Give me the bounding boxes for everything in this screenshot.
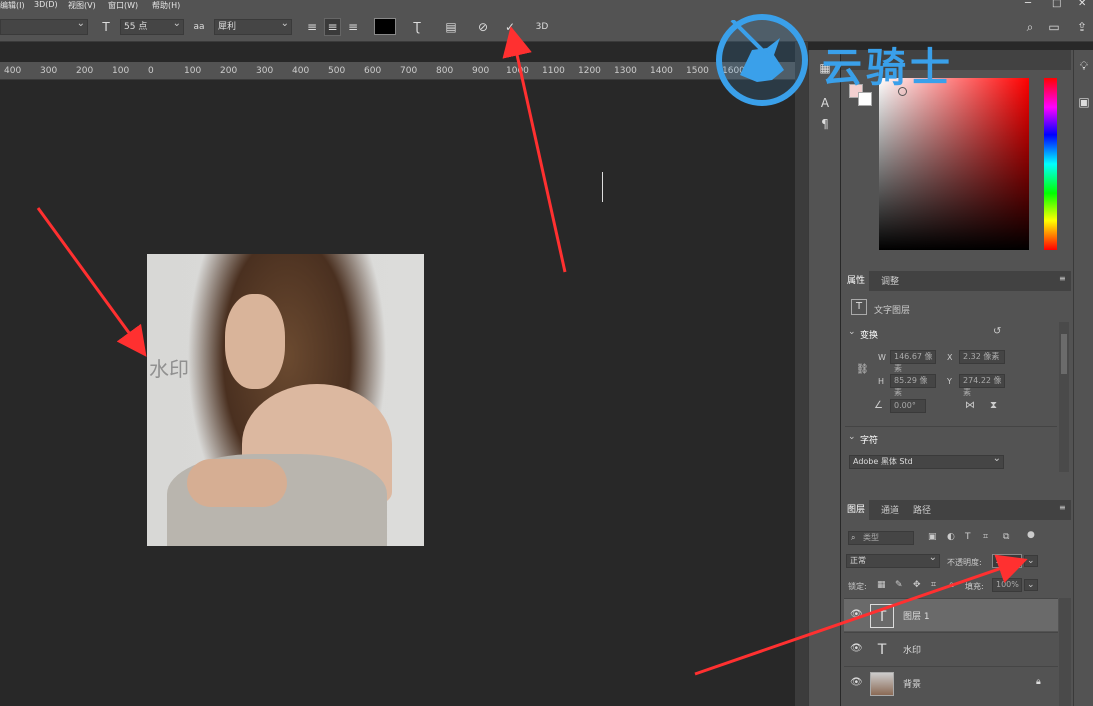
annotation-arrows	[36, 26, 1028, 676]
arrow-to-opacity	[694, 554, 1028, 676]
arrow-to-checkmark	[502, 26, 567, 273]
arrow-to-watermark	[36, 207, 147, 357]
